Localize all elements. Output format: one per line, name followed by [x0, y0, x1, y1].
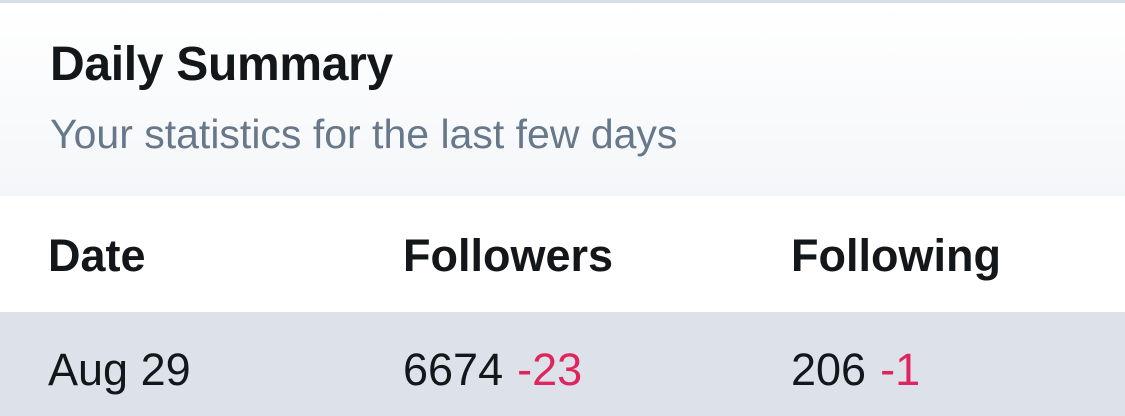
table-row: Aug 29 6674 -23 206 -1 — [0, 312, 1125, 416]
summary-title: Daily Summary — [50, 38, 393, 91]
following-cell: 206 -1 — [791, 344, 920, 396]
followers-count: 6674 — [403, 344, 504, 395]
followers-change: -23 — [517, 344, 583, 395]
column-header-followers: Followers — [403, 230, 614, 281]
summary-header: Daily Summary Your statistics for the la… — [0, 3, 1125, 196]
table-header-row: Date Followers Following — [0, 196, 1125, 312]
column-header-following: Following — [791, 230, 1001, 281]
date-cell: Aug 29 — [48, 344, 191, 395]
following-change: -1 — [880, 344, 921, 395]
following-count: 206 — [791, 344, 867, 395]
summary-subtitle: Your statistics for the last few days — [50, 111, 678, 157]
followers-cell: 6674 -23 — [403, 344, 582, 396]
column-header-date: Date — [48, 230, 146, 281]
